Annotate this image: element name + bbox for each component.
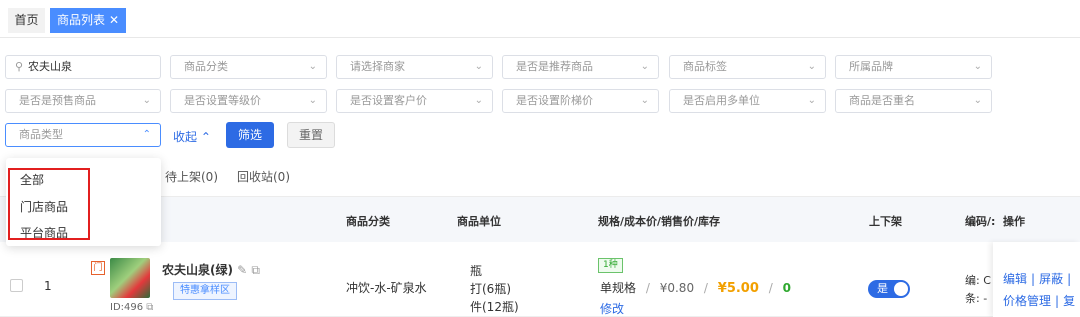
block-link[interactable]: 屏蔽 bbox=[1039, 272, 1063, 286]
label-select-label: 商品标签 bbox=[683, 60, 727, 73]
product-id: ID:496 ⧉ bbox=[110, 302, 153, 313]
tab-pending[interactable]: 待上架(0) bbox=[165, 168, 218, 185]
row-category: 冲饮-水-矿泉水 bbox=[346, 281, 427, 295]
level-price-select-label: 是否设置等级价 bbox=[184, 94, 261, 107]
tier-price-select[interactable]: 是否设置阶梯价 ⌄ bbox=[502, 89, 659, 113]
chevron-down-icon: ⌄ bbox=[807, 95, 816, 106]
edit-spec-link[interactable]: 修改 bbox=[600, 300, 624, 317]
brand-select-label: 所属品牌 bbox=[849, 60, 893, 73]
search-input[interactable]: ⚲ 农夫山泉 bbox=[5, 55, 161, 79]
chevron-down-icon: ⌄ bbox=[807, 61, 816, 72]
code-line-1: 编: C bbox=[965, 274, 991, 287]
actions-line-2: 价格管理 | 复 bbox=[1003, 294, 1076, 308]
unit-1: 瓶 bbox=[470, 264, 483, 278]
actions-line-1: 编辑 | 屏蔽 | bbox=[1003, 272, 1072, 286]
copy-link[interactable]: 复 bbox=[1063, 294, 1075, 308]
price-manage-link[interactable]: 价格管理 bbox=[1003, 294, 1051, 308]
customer-price-select-label: 是否设置客户价 bbox=[350, 94, 427, 107]
search-input-value: 农夫山泉 bbox=[28, 60, 72, 73]
product-type-select[interactable]: 商品类型 ⌃ bbox=[5, 123, 161, 147]
unit-3: 件(12瓶) bbox=[470, 300, 519, 314]
chevron-down-icon: ⌄ bbox=[973, 61, 982, 72]
level-price-select[interactable]: 是否设置等级价 ⌄ bbox=[170, 89, 327, 113]
recommended-select-label: 是否是推荐商品 bbox=[516, 60, 593, 73]
tab-home[interactable]: 首页 bbox=[8, 8, 45, 33]
tab-recycle-bin[interactable]: 回收站(0) bbox=[237, 168, 290, 185]
tier-price-select-label: 是否设置阶梯价 bbox=[516, 94, 593, 107]
collapse-label: 收起 bbox=[173, 130, 198, 144]
listing-toggle[interactable]: 是 bbox=[868, 280, 910, 298]
chevron-down-icon: ⌄ bbox=[973, 95, 982, 106]
toggle-knob bbox=[894, 282, 908, 296]
product-id-text: ID:496 bbox=[110, 302, 144, 313]
chevron-down-icon: ⌄ bbox=[308, 61, 317, 72]
reset-button[interactable]: 重置 bbox=[287, 122, 335, 148]
duplicate-name-select-label: 商品是否重名 bbox=[849, 94, 915, 107]
th-category: 商品分类 bbox=[346, 215, 390, 228]
tab-bar: 首页 商品列表 ✕ bbox=[0, 0, 1080, 38]
row-checkbox[interactable] bbox=[10, 279, 23, 292]
edit-icon[interactable]: ✎ bbox=[237, 263, 247, 277]
category-select-label: 商品分类 bbox=[184, 60, 228, 73]
merchant-select-label: 请选择商家 bbox=[350, 60, 405, 73]
chevron-down-icon: ⌄ bbox=[142, 95, 151, 106]
copy-icon[interactable]: ⧉ bbox=[251, 263, 260, 277]
chevron-down-icon: ⌄ bbox=[474, 61, 483, 72]
search-icon: ⚲ bbox=[15, 60, 24, 73]
chevron-down-icon: ⌄ bbox=[640, 95, 649, 106]
th-spec: 规格/成本价/销售价/库存 bbox=[598, 215, 721, 228]
table-row bbox=[0, 242, 1080, 317]
brand-select[interactable]: 所属品牌 ⌄ bbox=[835, 55, 992, 79]
th-unit: 商品单位 bbox=[457, 215, 501, 228]
close-icon[interactable]: ✕ bbox=[109, 13, 119, 27]
product-name-text: 农夫山泉(绿) bbox=[162, 263, 233, 277]
chevron-up-icon: ⌃ bbox=[197, 130, 211, 144]
store-badge: 门 bbox=[91, 261, 105, 275]
code-line-2: 条: - bbox=[965, 292, 988, 305]
sale-price: ¥5.00 bbox=[717, 281, 759, 296]
duplicate-name-select[interactable]: 商品是否重名 ⌄ bbox=[835, 89, 992, 113]
multi-unit-select-label: 是否启用多单位 bbox=[683, 94, 760, 107]
table-header: 商品分类 商品单位 规格/成本价/销售价/库存 上下架 编码/: 操作 bbox=[0, 196, 1080, 242]
chevron-down-icon: ⌄ bbox=[640, 61, 649, 72]
tab-product-list[interactable]: 商品列表 ✕ bbox=[50, 8, 127, 33]
spec-count-badge: 1种 bbox=[598, 258, 623, 273]
merchant-select[interactable]: 请选择商家 ⌄ bbox=[336, 55, 493, 79]
row-actions: 编辑 | 屏蔽 | 价格管理 | 复 bbox=[993, 242, 1080, 317]
product-image[interactable] bbox=[110, 258, 150, 298]
multi-unit-select[interactable]: 是否启用多单位 ⌄ bbox=[669, 89, 826, 113]
th-listing: 上下架 bbox=[869, 215, 902, 228]
spec-line: 单规格 / ¥0.80 / ¥5.00 / 0 bbox=[600, 281, 791, 296]
th-actions: 操作 bbox=[1003, 215, 1025, 228]
category-select[interactable]: 商品分类 ⌄ bbox=[170, 55, 327, 79]
presale-select[interactable]: 是否是预售商品 ⌄ bbox=[5, 89, 161, 113]
collapse-link[interactable]: 收起 ⌃ bbox=[173, 128, 211, 145]
row-index: 1 bbox=[44, 279, 52, 293]
customer-price-select[interactable]: 是否设置客户价 ⌄ bbox=[336, 89, 493, 113]
product-tag: 特惠拿样区 bbox=[173, 282, 237, 300]
unit-2: 打(6瓶) bbox=[470, 282, 511, 296]
label-select[interactable]: 商品标签 ⌄ bbox=[669, 55, 826, 79]
chevron-up-icon: ⌃ bbox=[142, 129, 151, 140]
stock: 0 bbox=[782, 281, 791, 295]
highlight-box bbox=[8, 168, 90, 240]
listing-toggle-label: 是 bbox=[877, 282, 888, 295]
product-type-select-label: 商品类型 bbox=[19, 128, 63, 141]
edit-link[interactable]: 编辑 bbox=[1003, 272, 1027, 286]
tab-product-list-label: 商品列表 bbox=[57, 13, 106, 27]
copy-icon[interactable]: ⧉ bbox=[146, 302, 153, 313]
product-name: 农夫山泉(绿) ✎ ⧉ bbox=[162, 261, 260, 278]
presale-select-label: 是否是预售商品 bbox=[19, 94, 96, 107]
filter-button[interactable]: 筛选 bbox=[226, 122, 274, 148]
cost-price: ¥0.80 bbox=[659, 281, 695, 295]
chevron-down-icon: ⌄ bbox=[474, 95, 483, 106]
th-code: 编码/: bbox=[965, 215, 996, 228]
spec-name: 单规格 bbox=[600, 281, 637, 295]
recommended-select[interactable]: 是否是推荐商品 ⌄ bbox=[502, 55, 659, 79]
chevron-down-icon: ⌄ bbox=[308, 95, 317, 106]
